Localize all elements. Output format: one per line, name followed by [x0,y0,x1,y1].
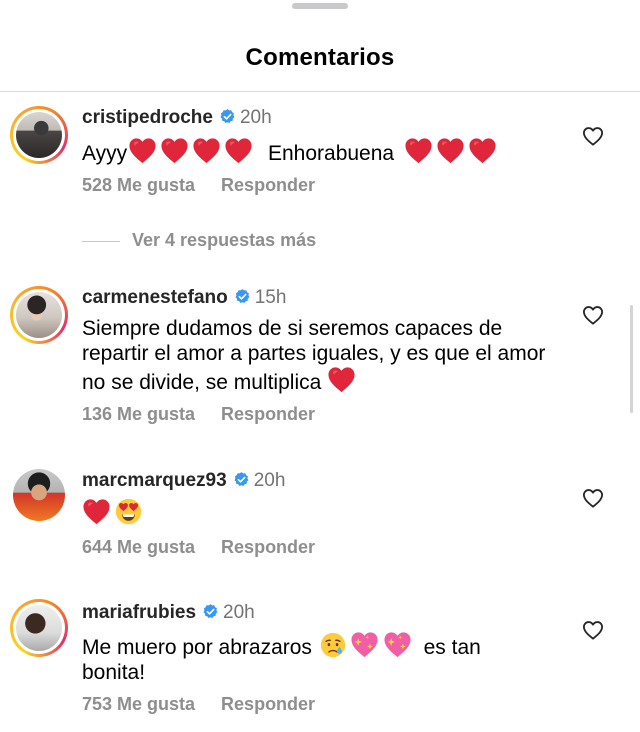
comment-header: mariafrubies 20h [82,601,255,625]
view-replies-button[interactable]: Ver 4 respuestas más [82,230,316,252]
verified-badge-icon [233,471,250,488]
reply-button[interactable]: Responder [221,694,315,714]
avatar[interactable] [10,286,68,344]
heart-eyes-emoji [115,498,142,525]
comment-header: carmenestefano 15h [82,286,286,310]
page-title: Comentarios [245,44,395,71]
view-replies-label: Ver 4 respuestas más [132,230,317,250]
like-count[interactable]: 644 Me gusta [82,537,195,557]
comment-text: Me muero por abrazaros es tan bonita! [82,631,512,685]
timestamp: 20h [239,107,272,128]
comment-header: marcmarquez93 20h [82,469,285,493]
comment-text-start: Me muero por abrazaros [82,636,312,659]
crying-face-emoji [320,632,346,658]
comment-text [82,498,552,527]
comments-sheet: Comentarios cristipedroche 20h Ayyy Enhor… [0,0,640,732]
comment-text-body: Siempre dudamos de si seremos capaces de… [82,317,546,394]
avatar[interactable] [10,599,68,657]
timestamp: 20h [223,602,255,623]
like-heart-icon[interactable] [582,305,604,325]
reply-button[interactable]: Responder [221,537,315,557]
comment-meta: 753 Me gusta Responder [82,694,315,715]
red-heart-emoji [82,498,111,525]
reply-button[interactable]: Responder [221,404,315,424]
like-count[interactable]: 528 Me gusta [82,175,195,195]
timestamp: 15h [254,287,287,308]
username[interactable]: carmenestefano [82,287,228,308]
like-heart-icon[interactable] [582,488,604,508]
verified-badge-icon [234,288,251,305]
comment-header: cristipedroche 20h [82,106,272,130]
red-heart-emoji [327,366,356,393]
comment-meta: 644 Me gusta Responder [82,537,315,558]
comment-text: Siempre dudamos de si seremos capaces de… [82,316,547,395]
red-heart-emoji [404,137,433,164]
scrollbar[interactable] [630,305,633,413]
red-heart-emoji [436,137,465,164]
red-heart-emoji [468,137,497,164]
comment-text-start: Ayyy [82,142,128,165]
red-heart-emoji [224,137,253,164]
verified-badge-icon [202,603,219,620]
replies-divider [82,240,120,242]
username[interactable]: mariafrubies [82,602,196,623]
comment-meta: 136 Me gusta Responder [82,404,315,425]
like-heart-icon[interactable] [582,126,604,146]
timestamp: 20h [253,470,286,491]
verified-badge-icon [219,108,236,125]
username[interactable]: marcmarquez93 [82,470,227,491]
username[interactable]: cristipedroche [82,107,213,128]
red-heart-emoji [160,137,189,164]
avatar[interactable] [10,466,68,524]
red-heart-emoji [192,137,221,164]
sparkling-heart-emoji [350,631,379,658]
red-heart-emoji [128,137,157,164]
comments-header: Comentarios [0,0,640,92]
like-count[interactable]: 753 Me gusta [82,694,195,714]
comment-meta: 528 Me gusta Responder [82,175,315,196]
avatar[interactable] [10,106,68,164]
comment-text-end: Enhorabuena [267,142,395,165]
like-count[interactable]: 136 Me gusta [82,404,195,424]
reply-button[interactable]: Responder [221,175,315,195]
like-heart-icon[interactable] [582,620,604,640]
sparkling-heart-emoji [383,631,412,658]
comment-text: Ayyy Enhorabuena [82,137,552,166]
